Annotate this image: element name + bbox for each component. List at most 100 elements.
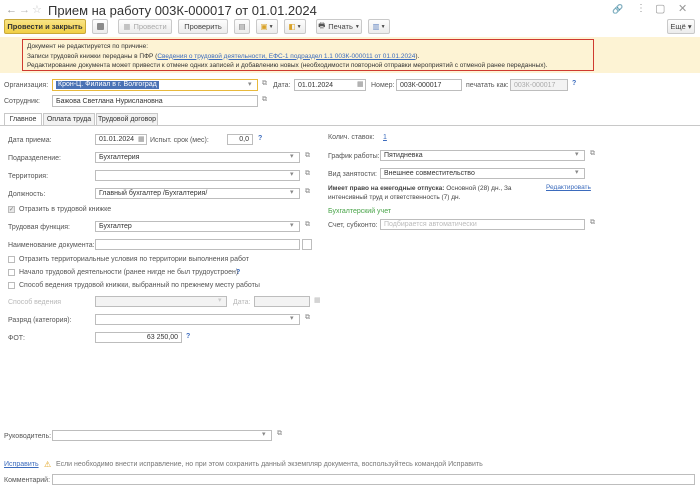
docname-field[interactable] xyxy=(95,239,300,250)
fot-field[interactable]: 63 250,00 xyxy=(95,332,182,343)
rank-field[interactable] xyxy=(95,314,300,325)
open-icon[interactable]: ⧉ xyxy=(590,219,595,227)
territory-conditions-checkbox[interactable] xyxy=(8,256,15,263)
tab-main[interactable]: Главное xyxy=(4,113,42,125)
edit-vacation-link[interactable]: Редактировать xyxy=(546,184,591,191)
dropdown-icon[interactable]: ▾ xyxy=(290,152,294,160)
favorite-star-icon[interactable]: ☆ xyxy=(32,3,42,16)
docname-select-button[interactable] xyxy=(302,239,312,250)
comment-label: Комментарий: xyxy=(4,477,51,484)
dropdown-icon[interactable]: ▾ xyxy=(290,188,294,196)
tab-contract[interactable]: Трудовой договор xyxy=(96,113,158,125)
method-field[interactable] xyxy=(95,296,227,307)
attachments-button[interactable]: ▣ ▼ xyxy=(256,19,278,34)
create-based-button[interactable]: ◧ ▼ xyxy=(284,19,306,34)
more-icon[interactable]: ⋮ xyxy=(636,3,646,14)
dropdown-icon[interactable]: ▾ xyxy=(290,221,294,229)
employment-field[interactable]: Внешнее совместительство xyxy=(380,168,585,179)
link-icon[interactable]: 🔗 xyxy=(612,4,623,15)
chevron-down-icon: ▼ xyxy=(296,23,302,30)
open-icon[interactable]: ⧉ xyxy=(262,80,267,88)
department-label: Подразделение: xyxy=(8,155,61,162)
dropdown-icon[interactable]: ▾ xyxy=(218,296,222,304)
first-employment-label: Начало трудовой деятельности (ранее нигд… xyxy=(19,269,239,276)
structure-button[interactable]: ▤ xyxy=(234,19,250,34)
save-button[interactable] xyxy=(92,19,108,34)
number-label: Номер: xyxy=(371,82,395,89)
open-icon[interactable]: ⧉ xyxy=(305,188,310,196)
position-label: Должность: xyxy=(8,191,46,198)
organization-field[interactable]: Крон-Ц. Филиал в г. Волгоград xyxy=(52,79,258,91)
back-arrow-icon[interactable]: ← xyxy=(6,4,17,16)
open-icon[interactable]: ⧉ xyxy=(590,150,595,158)
calendar-icon[interactable]: ▦ xyxy=(314,296,321,304)
function-field[interactable]: Бухгалтер xyxy=(95,221,300,232)
previous-method-checkbox[interactable] xyxy=(8,282,15,289)
fix-link[interactable]: Исправить xyxy=(4,461,39,468)
fix-note: Если необходимо внести исправление, но п… xyxy=(56,461,483,468)
comment-field[interactable] xyxy=(52,474,695,485)
post-and-close-button[interactable]: Провести и закрыть xyxy=(4,19,86,34)
warning-line-3: Редактирование документа может привести … xyxy=(27,62,548,69)
trial-field[interactable]: 0,0 xyxy=(227,134,253,145)
print-button[interactable]: 🖶 Печать ▼ xyxy=(316,19,362,34)
check-button[interactable]: Проверить xyxy=(178,19,228,34)
more-actions-button[interactable]: Ещё ▾ xyxy=(667,19,695,34)
method-date-field[interactable] xyxy=(254,296,310,307)
first-employment-checkbox[interactable] xyxy=(8,269,15,276)
reflect-label: Отразить в трудовой книжке xyxy=(19,206,112,213)
dropdown-icon[interactable]: ▾ xyxy=(290,314,294,322)
warning-icon: ⚠ xyxy=(44,460,52,469)
open-icon[interactable]: ⧉ xyxy=(305,221,310,229)
dropdown-icon[interactable]: ▾ xyxy=(262,430,266,438)
trial-label: Испыт. срок (мес): xyxy=(150,137,209,144)
help-icon[interactable]: ? xyxy=(236,269,240,276)
open-icon[interactable]: ⧉ xyxy=(305,314,310,322)
manager-field[interactable] xyxy=(52,430,272,441)
open-icon[interactable]: ⧉ xyxy=(277,430,282,438)
close-icon[interactable]: ✕ xyxy=(678,2,687,15)
warning-box: Документ не редактируется по причине: За… xyxy=(22,39,594,71)
pfr-record-link[interactable]: Сведения о трудовой деятельности, ЕФС-1 … xyxy=(157,53,415,60)
docname-label: Наименование документа: xyxy=(8,242,95,249)
open-icon[interactable]: ⧉ xyxy=(262,96,267,104)
help-icon[interactable]: ? xyxy=(186,333,190,340)
open-icon[interactable]: ⧉ xyxy=(305,152,310,160)
tab-payment[interactable]: Оплата труда xyxy=(43,113,95,125)
rank-label: Разряд (категория): xyxy=(8,317,72,324)
dropdown-icon[interactable]: ▾ xyxy=(248,80,252,88)
chevron-down-icon: ▼ xyxy=(354,23,360,30)
help-icon[interactable]: ? xyxy=(258,135,262,142)
accounting-section-label: Бухгалтерский учет xyxy=(328,208,392,215)
method-label: Способ ведения xyxy=(8,299,62,306)
open-icon[interactable]: ⧉ xyxy=(305,170,310,178)
reports-button[interactable]: ▥ ▼ xyxy=(368,19,390,34)
position-field[interactable]: Главный бухгалтер /Бухгалтерия/ xyxy=(95,188,300,199)
number-field[interactable]: 003К-000017 xyxy=(396,79,462,91)
post-button[interactable]: ▦ Провести xyxy=(118,19,172,34)
dropdown-icon[interactable]: ▾ xyxy=(290,170,294,178)
reflect-checkbox[interactable]: ✓ xyxy=(8,206,15,213)
help-icon[interactable]: ? xyxy=(572,80,576,87)
territory-field[interactable] xyxy=(95,170,300,181)
account-field[interactable]: Подбирается автоматически xyxy=(380,219,585,230)
date-field[interactable]: 01.01.2024 xyxy=(294,79,366,91)
employee-field[interactable]: Бажова Светлана Нурислановна xyxy=(52,95,258,107)
maximize-icon[interactable]: ▢ xyxy=(655,2,665,15)
calendar-icon[interactable]: ▦ xyxy=(138,135,145,143)
calendar-icon[interactable]: ▦ xyxy=(357,80,364,88)
forward-arrow-icon[interactable]: → xyxy=(19,4,30,16)
paperclip-icon: ▣ xyxy=(260,22,268,31)
print-as-field[interactable]: 003К-000017 xyxy=(510,79,568,91)
dropdown-icon[interactable]: ▾ xyxy=(575,150,579,158)
rates-link[interactable]: 1 xyxy=(383,134,387,141)
schedule-field[interactable]: Пятидневка xyxy=(380,150,585,161)
printer-icon: 🖶 xyxy=(318,21,326,30)
previous-method-label: Способ ведения трудовой книжки, выбранны… xyxy=(19,282,260,289)
territory-conditions-label: Отразить территориальные условия по терр… xyxy=(19,256,249,263)
rates-label: Колич. ставок: xyxy=(328,134,375,141)
dropdown-icon[interactable]: ▾ xyxy=(575,168,579,176)
reports-icon: ▥ xyxy=(372,22,380,31)
department-field[interactable]: Бухгалтерия xyxy=(95,152,300,163)
chevron-down-icon: ▼ xyxy=(268,23,274,30)
